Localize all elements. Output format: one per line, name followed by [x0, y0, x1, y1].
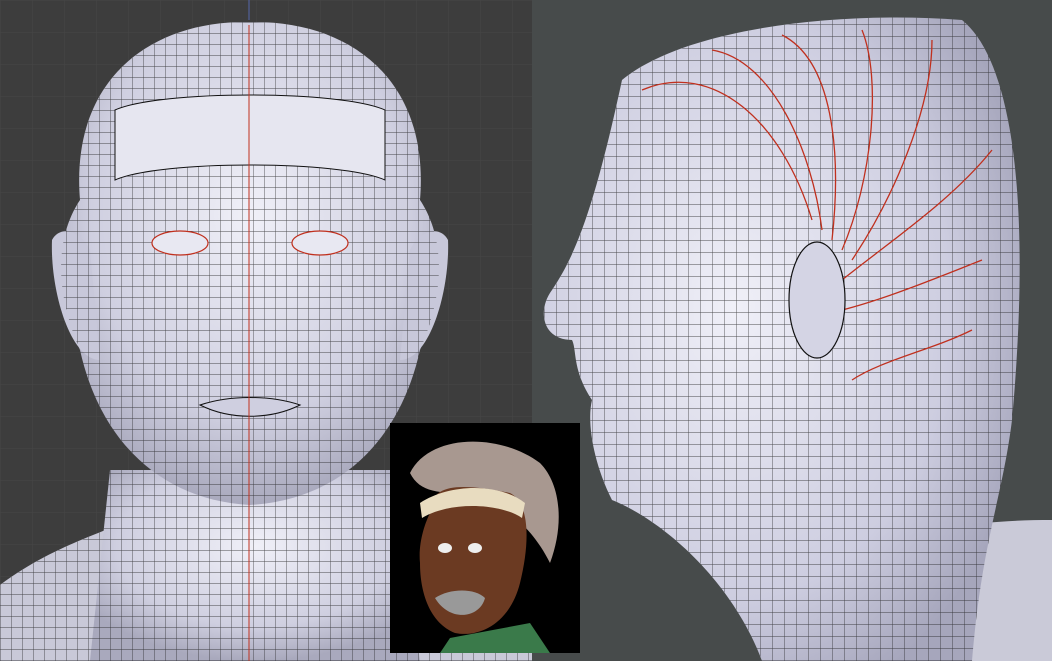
- side-view-canvas[interactable]: [532, 0, 1052, 661]
- render-preview: [390, 423, 580, 653]
- render-preview-image: [390, 423, 580, 653]
- side-viewport[interactable]: [532, 0, 1052, 661]
